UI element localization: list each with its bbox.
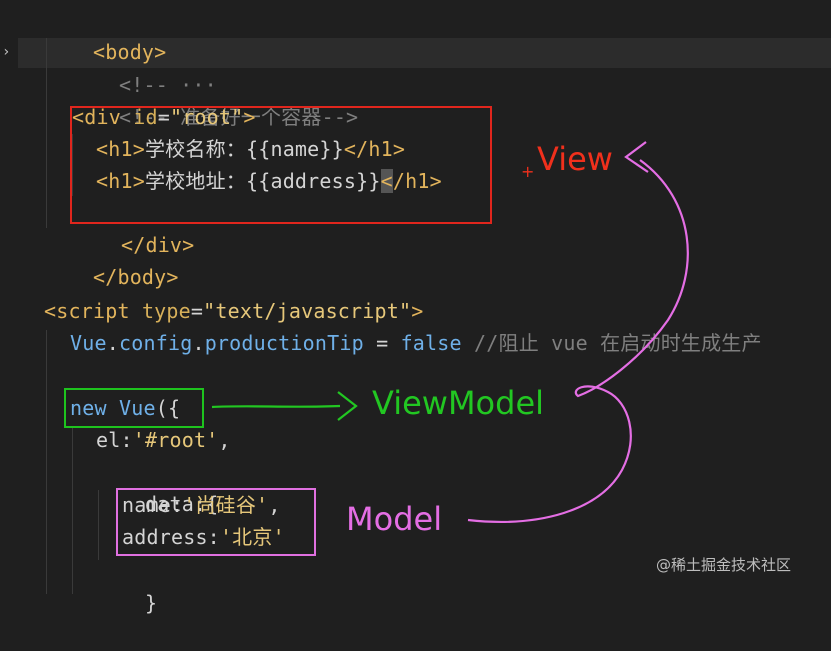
- watermark: @稀土掘金技术社区: [656, 556, 792, 574]
- cursor-plus-icon: +: [521, 162, 535, 181]
- viewmodel-label: ViewModel: [372, 384, 545, 422]
- model-label: Model: [346, 500, 443, 538]
- code-editor[interactable]: › <body> <!-- ··· <!-- 准备好一个容器--> <div i…: [0, 0, 831, 615]
- view-arrowhead: [624, 141, 649, 173]
- view-label: View: [537, 140, 613, 178]
- code-token: }: [144, 591, 158, 615]
- viewmodel-arrowhead: [337, 391, 358, 421]
- viewmodel-arrow: [211, 404, 341, 409]
- mvvm-flow-curve: [467, 159, 689, 523]
